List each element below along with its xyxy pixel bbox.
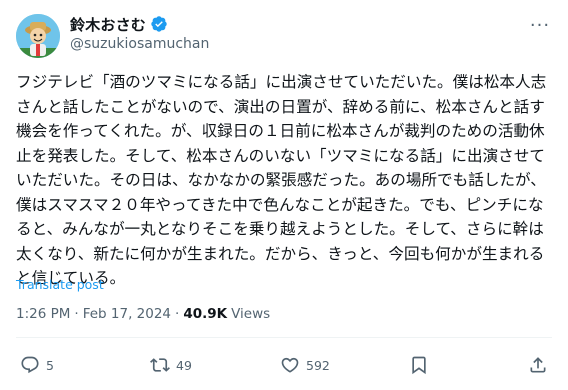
like-count: 592 <box>306 357 330 373</box>
avatar-image <box>16 14 60 58</box>
like-icon <box>281 357 299 373</box>
tweet-text: フジテレビ「酒のツマミになる話」に出演させていただいた。僕は松本人志さんと話した… <box>16 73 547 287</box>
reply-count: 5 <box>46 357 54 373</box>
bookmark-button[interactable] <box>409 350 429 380</box>
author-name-row: 鈴木おさむ <box>70 14 168 34</box>
avatar[interactable] <box>16 14 60 58</box>
meta-separator: · <box>74 306 79 322</box>
repost-icon <box>150 358 170 372</box>
tweet-date[interactable]: Feb 17, 2024 <box>83 306 171 322</box>
more-options-button[interactable]: ··· <box>526 12 554 40</box>
translate-post-link[interactable]: Translate post <box>16 277 104 292</box>
verified-badge-icon <box>151 16 167 32</box>
bookmark-icon <box>412 356 426 375</box>
like-button[interactable]: 592 <box>280 350 330 380</box>
tweet-meta: 1:26 PM · Feb 17, 2024 · 40.9K Views <box>16 306 270 322</box>
views-label: Views <box>231 306 271 322</box>
repost-button[interactable]: 49 <box>150 350 192 380</box>
views-count: 40.9K <box>183 306 228 322</box>
more-icon: ··· <box>529 15 551 36</box>
divider <box>16 337 552 338</box>
author-handle[interactable]: @suzukiosamuchan <box>70 36 209 52</box>
action-bar: 5 49 592 <box>16 350 552 380</box>
repost-count: 49 <box>176 357 192 373</box>
author-display-name[interactable]: 鈴木おさむ <box>70 14 146 35</box>
reply-icon <box>21 356 39 374</box>
share-button[interactable] <box>528 350 548 380</box>
share-icon <box>530 357 546 373</box>
reply-button[interactable]: 5 <box>20 350 54 380</box>
tweet-time[interactable]: 1:26 PM <box>16 306 70 322</box>
meta-separator-2: · <box>175 306 180 322</box>
